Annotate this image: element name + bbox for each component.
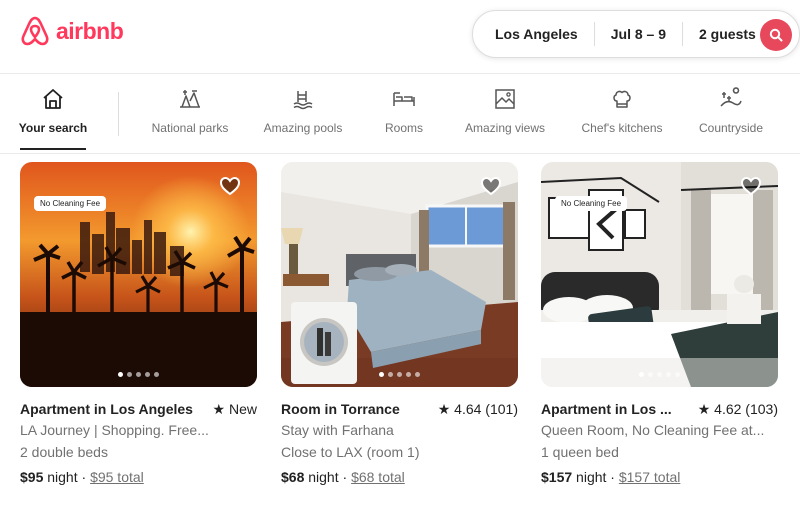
pagination-dot [379, 372, 384, 377]
pagination-dot [666, 372, 671, 377]
listing-card[interactable]: No Cleaning Fee Apartment in Los ... ★ 4… [541, 162, 778, 485]
views-icon [492, 86, 518, 112]
category-your-search[interactable]: Your search [18, 86, 88, 135]
listing-price: $95 night · $95 total [20, 469, 144, 485]
listing-beds: 2 double beds [20, 444, 108, 460]
pagination-dot [154, 372, 159, 377]
category-label: Amazing pools [263, 121, 343, 135]
photo-pagination-dots [20, 372, 257, 377]
bed-icon [391, 86, 417, 112]
listing-description: Queen Room, No Cleaning Fee at... [541, 422, 765, 438]
pagination-dot [127, 372, 132, 377]
heart-icon[interactable] [480, 176, 502, 196]
category-chefs-kitchens[interactable]: Chef's kitchens [578, 86, 666, 135]
search-dates[interactable]: Jul 8 – 9 [595, 26, 682, 42]
category-label: Countryside [698, 121, 764, 135]
category-amazing-pools[interactable]: Amazing pools [261, 86, 345, 135]
listing-rating: ★ 4.62 (103) [697, 401, 778, 417]
listing-title: Room in Torrance [281, 401, 400, 417]
pagination-dot [657, 372, 662, 377]
category-national-parks[interactable]: National parks [148, 86, 232, 135]
pagination-dot [136, 372, 141, 377]
category-separator [118, 92, 119, 136]
pagination-dot [675, 372, 680, 377]
listing-title: Apartment in Los Angeles [20, 401, 193, 417]
search-location[interactable]: Los Angeles [473, 26, 594, 42]
pagination-dot [118, 372, 123, 377]
airbnb-logo[interactable]: airbnb [20, 15, 124, 47]
house-icon [40, 86, 66, 112]
national-parks-icon [177, 86, 203, 112]
countryside-icon [718, 86, 744, 112]
listing-photo[interactable]: No Cleaning Fee [541, 162, 778, 387]
listing-description: LA Journey | Shopping. Free... [20, 422, 209, 438]
total-price-link[interactable]: $157 total [619, 469, 681, 485]
listing-description: Stay with Farhana [281, 422, 394, 438]
active-tab-indicator [20, 148, 86, 150]
brand-name: airbnb [56, 17, 124, 44]
listing-rating: ★ 4.64 (101) [437, 401, 518, 417]
photo-pagination-dots [541, 372, 778, 377]
no-cleaning-fee-badge: No Cleaning Fee [555, 196, 628, 211]
listing-beds: 1 queen bed [541, 444, 619, 460]
category-label: Chef's kitchens [581, 121, 663, 135]
pagination-dot [406, 372, 411, 377]
category-label: Your search [18, 121, 88, 135]
top-header: airbnb Los Angeles Jul 8 – 9 2 guests [0, 0, 800, 74]
pagination-dot [648, 372, 653, 377]
pagination-dot [639, 372, 644, 377]
total-price-link[interactable]: $95 total [90, 469, 144, 485]
search-guests[interactable]: 2 guests [683, 26, 772, 42]
pagination-dot [145, 372, 150, 377]
listing-beds: Close to LAX (room 1) [281, 444, 420, 460]
category-rooms[interactable]: Rooms [384, 86, 424, 135]
listing-price: $157 night · $157 total [541, 469, 681, 485]
listing-photo[interactable]: No Cleaning Fee [20, 162, 257, 387]
pool-icon [290, 86, 316, 112]
category-amazing-views[interactable]: Amazing views [462, 86, 548, 135]
chef-hat-icon [609, 86, 635, 112]
category-countryside[interactable]: Countryside [695, 86, 767, 135]
category-label: National parks [151, 121, 229, 135]
listing-price: $68 night · $68 total [281, 469, 405, 485]
total-price-link[interactable]: $68 total [351, 469, 405, 485]
heart-icon[interactable] [740, 176, 762, 196]
star-icon: ★ [212, 401, 226, 417]
airbnb-logo-icon [21, 16, 49, 46]
search-bar[interactable]: Los Angeles Jul 8 – 9 2 guests [472, 10, 800, 58]
listing-card[interactable]: Room in Torrance ★ 4.64 (101) Stay with … [281, 162, 518, 485]
star-icon: ★ [697, 401, 711, 417]
star-icon: ★ [437, 401, 451, 417]
listing-card[interactable]: No Cleaning Fee Apartment in Los Angeles… [20, 162, 257, 485]
category-bar: Your search National parks Amazing pools… [0, 74, 800, 154]
listing-photo[interactable] [281, 162, 518, 387]
no-cleaning-fee-badge: No Cleaning Fee [34, 196, 107, 211]
photo-pagination-dots [281, 372, 518, 377]
listing-rating: ★ New [212, 401, 257, 417]
heart-icon[interactable] [219, 176, 241, 196]
category-label: Amazing views [464, 121, 546, 135]
search-icon [769, 28, 783, 42]
pagination-dot [388, 372, 393, 377]
pagination-dot [397, 372, 402, 377]
listing-title: Apartment in Los ... [541, 401, 672, 417]
category-label: Rooms [384, 121, 423, 135]
pagination-dot [415, 372, 420, 377]
search-button[interactable] [760, 19, 792, 51]
